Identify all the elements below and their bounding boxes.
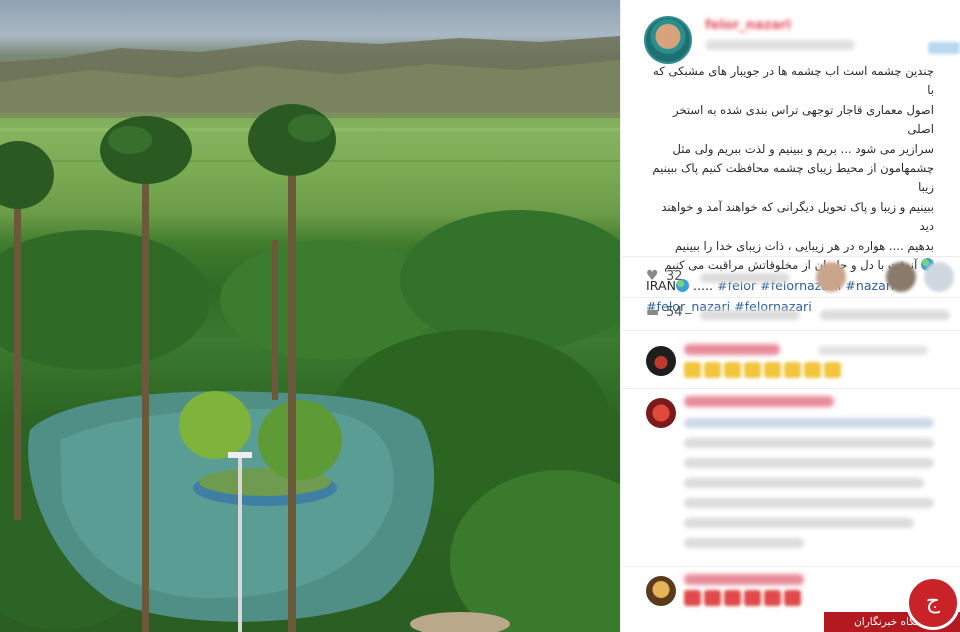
comment-text-blurred <box>684 458 934 468</box>
author-avatar[interactable] <box>644 16 692 64</box>
comment-text-blurred <box>684 518 914 528</box>
commenter-name-blurred[interactable] <box>684 396 834 407</box>
section-divider <box>622 566 960 567</box>
heart-emoji-icon <box>764 590 781 606</box>
view-all-blurred[interactable] <box>820 310 950 320</box>
watermark-logo-icon: ج <box>906 576 960 630</box>
commenter-avatar[interactable] <box>646 398 676 428</box>
star-icon <box>804 362 821 378</box>
liker-avatar-blurred[interactable] <box>886 262 916 292</box>
heart-icon[interactable]: ♥ <box>646 269 660 283</box>
comment-text-blurred <box>684 498 934 508</box>
section-divider <box>622 256 960 257</box>
liker-avatar-blurred[interactable] <box>816 262 846 292</box>
heart-emoji-icon <box>684 590 701 606</box>
landscape-illustration <box>0 36 620 632</box>
section-divider <box>622 388 960 389</box>
liker-avatar-blurred[interactable] <box>924 262 954 292</box>
comment-text-blurred <box>684 538 804 548</box>
caption-line: اصول معماری قاجار توجهی تراس بندی شده به… <box>673 102 934 137</box>
star-icon <box>784 362 801 378</box>
heart-emoji-icon <box>744 590 761 606</box>
comments-row[interactable]: ▬ 54 <box>646 305 683 320</box>
comment-text-blurred <box>684 418 934 428</box>
comment-icon[interactable]: ▬ <box>646 305 660 319</box>
star-icon <box>824 362 841 378</box>
heart-emoji-icon <box>704 590 721 606</box>
star-icon <box>764 362 781 378</box>
caption-line: سرازیر می شود ... بریم و ببینیم و لذت بب… <box>672 141 934 156</box>
commenter-avatar[interactable] <box>646 346 676 376</box>
caption-line: چندین چشمه است اب چشمه ها در جویبار های … <box>653 64 934 98</box>
caption-line: بدهیم .... هواره در هر زیبایی ، ذات زیبا… <box>674 238 934 253</box>
likes-count: 32 <box>666 269 683 284</box>
commenter-avatar[interactable] <box>646 576 676 606</box>
caption-line: چشمهامون از محیط زیبای چشمه محافظت کنیم … <box>652 161 934 195</box>
caption-line-with-emoji: بدهیم .... هواره در هر زیبایی ، ذات زیبا… <box>646 237 934 256</box>
star-icon <box>704 362 721 378</box>
comment-rating-hearts <box>684 590 801 606</box>
comment-text-blurred <box>684 438 934 448</box>
likes-label-blurred <box>700 273 790 283</box>
section-divider <box>622 297 960 298</box>
caption-line: ببینیم و زیبا و پاک تحویل دیگرانی که خوا… <box>661 199 934 234</box>
star-icon <box>684 362 701 378</box>
comment-time-blurred <box>818 346 928 355</box>
star-icon <box>744 362 761 378</box>
comments-label-blurred <box>700 310 800 320</box>
section-divider <box>622 330 960 331</box>
likes-row[interactable]: ♥ 32 <box>646 269 683 284</box>
heart-emoji-icon <box>724 590 741 606</box>
author-username-blurred[interactable]: felor_nazari <box>705 18 791 33</box>
comment-rating-stars <box>684 362 841 378</box>
comment-text-blurred <box>684 478 924 488</box>
post-meta-blurred <box>705 40 855 50</box>
caption-line: آنوقت با دل و جانمان از مخلوقاتش مراقبت … <box>664 258 918 273</box>
heart-emoji-icon <box>784 590 801 606</box>
commenter-name-blurred[interactable] <box>684 344 780 355</box>
post-photo <box>0 0 620 632</box>
comments-count: 54 <box>666 305 683 320</box>
commenter-name-blurred[interactable] <box>684 574 804 585</box>
star-icon <box>724 362 741 378</box>
follow-button-blurred[interactable] <box>928 42 960 54</box>
